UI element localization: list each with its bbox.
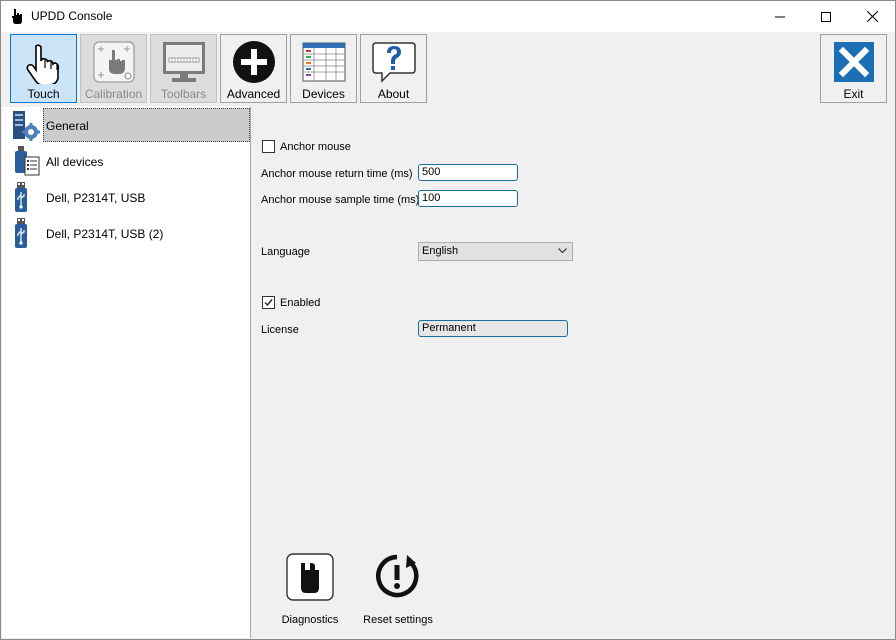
toolbar-button-about[interactable]: About <box>360 34 427 103</box>
exit-label: Exit <box>843 87 864 101</box>
toolbar-button-touch[interactable]: Touch <box>10 34 77 103</box>
anchor-mouse-checkbox[interactable] <box>262 140 275 153</box>
toolbar-label-advanced: Advanced <box>226 87 281 101</box>
reset-settings-label: Reset settings <box>363 614 433 626</box>
return-time-input[interactable]: 500 <box>418 164 518 181</box>
toolbar-button-toolbars[interactable]: Toolbars <box>150 34 217 103</box>
diagnostics-label: Diagnostics <box>281 614 339 626</box>
toolbar-button-advanced[interactable]: Advanced <box>220 34 287 103</box>
sidebar-item-label: Dell, P2314T, USB <box>46 191 146 205</box>
toolbar-label-about: About <box>377 87 410 101</box>
plus-circle-icon <box>233 41 275 83</box>
toolbar-label-devices: Devices <box>302 87 345 101</box>
language-value: English <box>422 245 459 257</box>
checkmark-icon <box>264 299 273 307</box>
license-field[interactable]: Permanent <box>418 320 568 337</box>
chevron-down-icon <box>558 248 567 254</box>
return-time-label: Anchor mouse return time (ms) <box>261 168 413 180</box>
sample-time-label: Anchor mouse sample time (ms) <box>261 194 420 206</box>
sidebar-item-dell-usb-1[interactable]: Dell, P2314T, USB <box>2 179 250 215</box>
usb-device-icon <box>15 182 27 212</box>
minimize-button[interactable] <box>757 1 803 32</box>
toolbar-label-touch: Touch <box>27 87 60 101</box>
anchor-mouse-label: Anchor mouse <box>280 141 351 153</box>
language-select[interactable]: English <box>418 242 573 261</box>
maximize-icon <box>821 11 831 22</box>
sidebar-item-general[interactable]: General <box>2 107 250 143</box>
window-title: UPDD Console <box>31 9 113 23</box>
sidebar-item-label: Dell, P2314T, USB (2) <box>46 227 164 241</box>
license-label: License <box>261 324 299 336</box>
maximize-button[interactable] <box>803 1 849 32</box>
app-window: UPDD Console Touch Calibration Toolbars … <box>0 0 896 640</box>
sidebar-item-label: All devices <box>46 155 104 169</box>
exit-x-icon <box>834 42 874 82</box>
toolbar-label-calibration: Calibration <box>84 87 143 101</box>
general-settings-icon <box>13 111 40 141</box>
app-hand-icon <box>12 9 22 24</box>
title-bar: UPDD Console <box>1 1 895 32</box>
language-label: Language <box>261 246 310 258</box>
close-button[interactable] <box>849 1 895 32</box>
settings-pane: Anchor mouse Anchor mouse return time (m… <box>252 107 895 639</box>
reset-icon[interactable] <box>372 551 422 601</box>
sidebar-item-all-devices[interactable]: All devices <box>2 143 250 179</box>
toolbar-button-devices[interactable]: Devices <box>290 34 357 103</box>
calibration-icon <box>93 41 135 83</box>
sidebar-item-dell-usb-2[interactable]: Dell, P2314T, USB (2) <box>2 215 250 251</box>
question-bubble-icon <box>372 42 416 83</box>
enabled-label: Enabled <box>280 297 321 309</box>
toolbar: Touch Calibration Toolbars Advanced Devi… <box>1 32 895 107</box>
diagnostics-icon[interactable] <box>286 553 334 601</box>
enabled-checkbox[interactable] <box>262 296 275 309</box>
device-list-icon <box>302 42 346 82</box>
exit-button[interactable]: Exit <box>820 34 887 103</box>
usb-device-icon <box>15 218 27 248</box>
hand-touch-icon <box>26 44 60 84</box>
sidebar-item-label: General <box>46 119 89 133</box>
toolbar-label-toolbars: Toolbars <box>160 87 207 101</box>
close-icon <box>866 11 878 22</box>
minimize-icon <box>775 16 785 17</box>
device-tree: General All devices Dell, P2314T, USB De… <box>2 107 251 638</box>
sample-time-input[interactable]: 100 <box>418 190 518 207</box>
monitor-toolbar-icon <box>163 42 205 82</box>
all-devices-icon <box>15 146 40 176</box>
toolbar-button-calibration[interactable]: Calibration <box>80 34 147 103</box>
